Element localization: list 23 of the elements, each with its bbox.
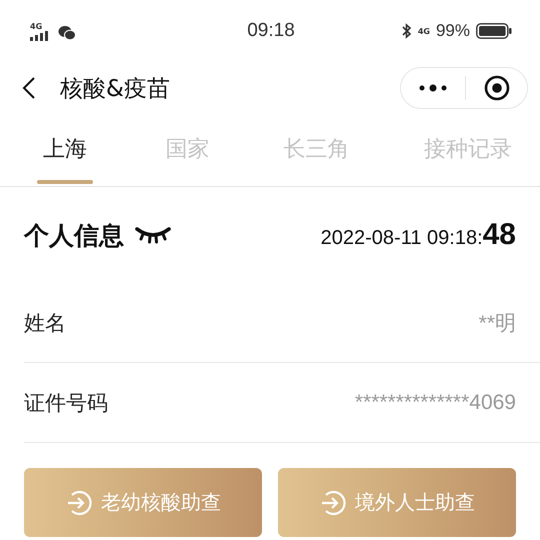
battery-icon <box>476 23 512 39</box>
cellular-label: 4G <box>418 26 430 36</box>
closed-eye-icon[interactable] <box>134 225 172 245</box>
timestamp: 2022-08-11 09:18:48 <box>320 218 516 252</box>
more-icon[interactable] <box>419 84 447 92</box>
section-title: 个人信息 <box>24 220 124 252</box>
tab[interactable]: 接种记录 <box>422 114 514 186</box>
field-value: **************4069 <box>354 390 516 414</box>
bluetooth-icon <box>402 23 412 39</box>
tab[interactable]: 长三角 <box>282 114 352 186</box>
chat-icon <box>58 24 76 40</box>
network-label: 4G <box>30 22 42 30</box>
tab[interactable]: 国家 <box>163 114 212 186</box>
status-time: 09:18 <box>247 20 295 42</box>
battery-percent: 99% <box>436 21 470 41</box>
back-icon[interactable] <box>22 76 36 100</box>
field-label: 证件号码 <box>24 390 108 416</box>
query-button[interactable]: 老幼核酸助查 <box>24 468 262 537</box>
field-value: **明 <box>478 310 516 336</box>
field-label: 姓名 <box>24 310 66 336</box>
query-button[interactable]: 境外人士助查 <box>278 468 516 537</box>
tab[interactable]: 上海 <box>37 114 93 186</box>
page-title: 核酸&疫苗 <box>60 74 171 104</box>
